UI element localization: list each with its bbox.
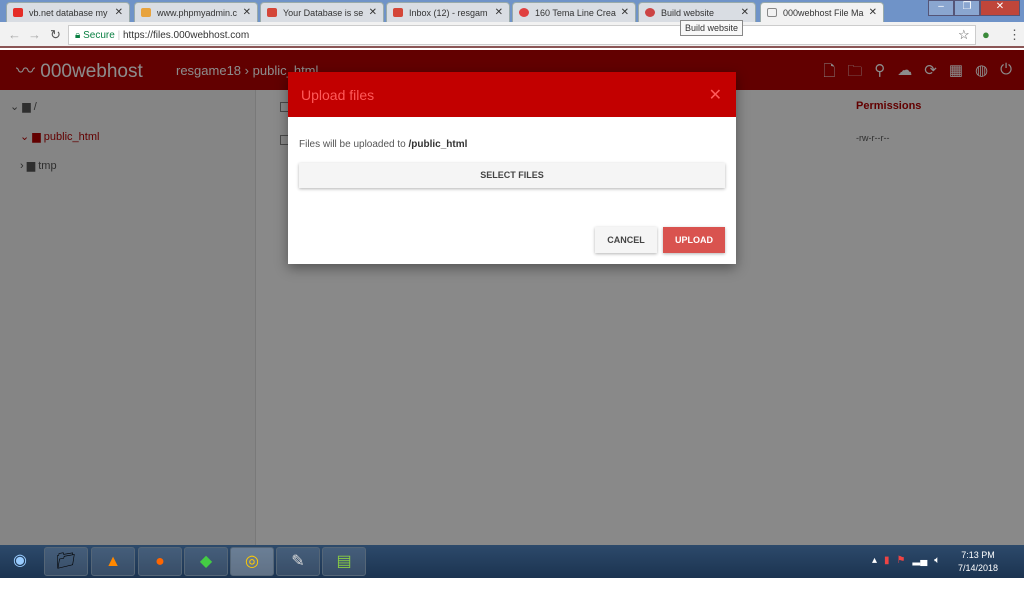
youtube-icon (13, 8, 23, 17)
upload-files-dialog: Upload files ✕ Files will be uploaded to … (288, 72, 736, 264)
idm-taskbar-icon[interactable]: ◆ (184, 547, 228, 576)
network-icon[interactable]: ▂▄ (913, 555, 928, 566)
start-button[interactable]: ◉ (0, 547, 40, 576)
vlc-taskbar-icon[interactable]: ▲ (91, 547, 135, 576)
upload-destination: Files will be uploaded to /public_html (299, 139, 468, 150)
battery-icon[interactable]: ▮ (884, 555, 890, 566)
close-tab-icon[interactable]: ✕ (243, 7, 251, 18)
paint-taskbar-icon[interactable]: ✎ (276, 547, 320, 576)
gmail-icon (267, 8, 277, 17)
page-icon (767, 8, 777, 17)
firefox-taskbar-icon[interactable]: ● (138, 547, 182, 576)
minimize-button[interactable]: – (928, 0, 954, 16)
select-files-button[interactable]: SELECT FILES (299, 163, 725, 188)
window-controls: – ❐ ✕ (928, 0, 1020, 16)
forward-icon[interactable]: → (28, 27, 41, 42)
phpmyadmin-icon (141, 8, 151, 17)
browser-tab-strip: vb.net database my ✕ www.phpmyadmin.c ✕ Yo… (0, 0, 1024, 22)
close-tab-icon[interactable]: ✕ (741, 7, 749, 18)
cancel-button[interactable]: CANCEL (595, 227, 657, 253)
system-tray: ▴ ▮ ⚑ ▂▄ 🔈︎ (872, 555, 940, 566)
bookmark-star-icon[interactable]: ☆ (958, 27, 970, 43)
close-icon[interactable]: ✕ (709, 85, 722, 105)
opera-icon (519, 8, 529, 17)
extension-icon[interactable]: ● (982, 27, 990, 42)
show-hidden-icons[interactable]: ▴ (872, 555, 877, 566)
chrome-taskbar-icon[interactable]: ◎ (230, 547, 274, 576)
dialog-title: Upload files (301, 87, 375, 103)
browser-tab[interactable]: Build website ✕ (638, 2, 756, 22)
lock-icon: 🔒︎ (75, 30, 84, 41)
close-tab-icon[interactable]: ✕ (621, 7, 629, 18)
close-tab-icon[interactable]: ✕ (495, 7, 503, 18)
gmail-icon (393, 8, 403, 17)
close-tab-icon[interactable]: ✕ (869, 7, 877, 18)
browser-tab[interactable]: 160 Tema Line Crea ✕ (512, 2, 636, 22)
close-tab-icon[interactable]: ✕ (115, 7, 123, 18)
reload-icon[interactable]: ↻ (50, 27, 61, 43)
browser-tab-active[interactable]: 000webhost File Ma ✕ (760, 2, 884, 22)
tooltip: Build website (680, 20, 744, 36)
close-tab-icon[interactable]: ✕ (369, 7, 377, 18)
back-icon[interactable]: ← (8, 27, 21, 42)
action-center-flag-icon[interactable]: ⚑ (897, 555, 906, 566)
explorer-taskbar-icon[interactable]: 📁︎ (44, 547, 88, 576)
clock[interactable]: 7:13 PM 7/14/2018 (958, 549, 998, 575)
app-taskbar-icon[interactable]: ▤ (322, 547, 366, 576)
volume-icon[interactable]: 🔈︎ (934, 555, 940, 566)
address-bar-row: ← → ↻ 🔒︎ Secure | https://files.000webho… (0, 22, 1024, 48)
taskbar: ◉ 📁︎ ▲ ● ◆ ◎ ✎ ▤ ▴ ▮ ⚑ ▂▄ 🔈︎ 7:13 PM 7/14… (0, 545, 1024, 578)
browser-tab[interactable]: Inbox (12) - resgam ✕ (386, 2, 510, 22)
menu-icon[interactable]: ⋮ (1008, 27, 1021, 43)
maximize-button[interactable]: ❐ (954, 0, 980, 16)
browser-tab[interactable]: vb.net database my ✕ (6, 2, 130, 22)
browser-tab[interactable]: www.phpmyadmin.c ✕ (134, 2, 258, 22)
url-input[interactable]: 🔒︎ Secure | https://files.000webhost.com (68, 25, 976, 45)
dialog-header: Upload files ✕ (288, 72, 736, 117)
webhost-icon (645, 8, 655, 17)
browser-tab[interactable]: Your Database is se ✕ (260, 2, 384, 22)
upload-button[interactable]: UPLOAD (663, 227, 725, 253)
close-window-button[interactable]: ✕ (980, 0, 1020, 16)
